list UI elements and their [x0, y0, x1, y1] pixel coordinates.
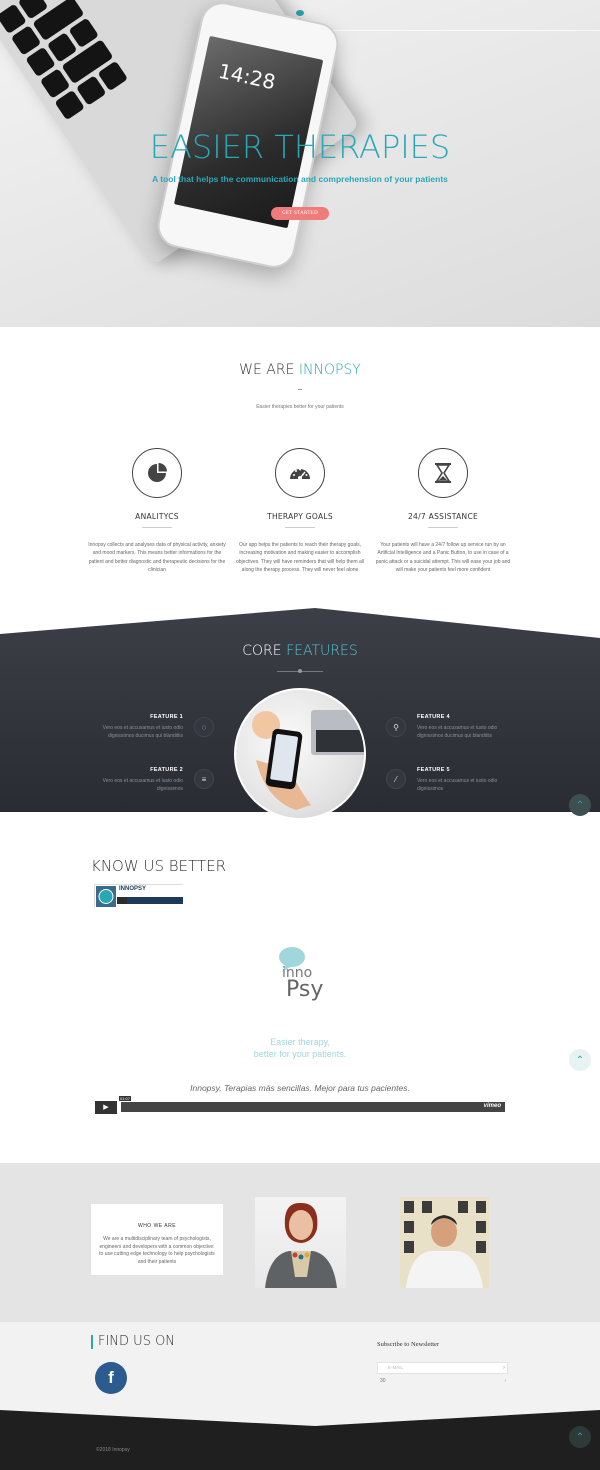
- about-subtitle: Easier therapies better for your patient…: [256, 404, 344, 410]
- video-caption: Innopsy, Terapias más sencillas. Mejor p…: [190, 1083, 410, 1093]
- know-us-title: KNOW US BETTER: [91, 857, 226, 875]
- core-feature-description: Vero eos et accusamus et iusto odio dign…: [417, 778, 498, 792]
- scroll-top-button[interactable]: ⌃: [569, 1426, 591, 1448]
- video-controls: ▶ 01:07 vimeo: [95, 1096, 505, 1114]
- feature-title: THERAPY GOALS: [267, 512, 333, 521]
- hero-section: P 14:28 EASIER THERAPIES: [0, 0, 600, 327]
- newsletter-email-input[interactable]: E-MAIL ›: [377, 1362, 508, 1374]
- video-time: 01:07: [119, 1096, 132, 1101]
- video-tagline-line1: Easier therapy,: [270, 1037, 330, 1047]
- who-description: We are a multidisciplinary team of psych…: [99, 1236, 215, 1265]
- find-us-title: FIND US ON: [91, 1335, 175, 1349]
- thumb-label: INNOPSY: [119, 886, 147, 892]
- core-title-plain: CORE: [242, 643, 287, 659]
- core-phone-image: [234, 688, 366, 820]
- feature-assistance: 24/7 ASSISTANCE Your patients will have …: [373, 448, 513, 574]
- team-photo-woman: [255, 1197, 346, 1288]
- facebook-icon[interactable]: f: [95, 1362, 127, 1394]
- copyright: ©2018 Innopsy: [96, 1447, 130, 1453]
- feature-therapy-goals: THERAPY GOALS Our app helps the patients…: [230, 448, 370, 574]
- feature-description: Your patients will have a 24/7 follow up…: [375, 542, 511, 573]
- core-feature-description: Vero eos et accusamus et iusto odio dign…: [417, 725, 498, 739]
- who-we-are-card: WHO WE ARE We are a multidisciplinary te…: [91, 1204, 223, 1275]
- vimeo-logo[interactable]: vimeo: [484, 1103, 501, 1109]
- feature-divider: [428, 527, 458, 528]
- sliders-icon: ≡: [194, 769, 214, 789]
- video-tagline: Easier therapy, better for your patients…: [0, 1036, 600, 1060]
- core-divider-dot: [298, 669, 302, 673]
- play-button[interactable]: ▶: [95, 1100, 117, 1114]
- core-feature-title: FEATURE 1: [150, 714, 183, 720]
- footer-slant: [0, 1404, 600, 1426]
- section-slant: [0, 598, 600, 638]
- pie-chart-icon: [148, 463, 167, 482]
- about-title: WE ARE INNOPSY: [0, 362, 600, 378]
- core-feature-1: FEATURE 1 Vero eos et accusamus et iusto…: [93, 714, 183, 740]
- email-placeholder: E-MAIL: [388, 1365, 404, 1370]
- core-title-accent: FEATURES: [286, 643, 358, 659]
- hero-title: EASIER THERAPIES: [149, 128, 451, 166]
- get-started-button[interactable]: GET STARTED: [271, 207, 329, 220]
- video-progress-track[interactable]: 01:07 vimeo: [119, 1096, 505, 1112]
- portrait-image: [265, 1202, 337, 1288]
- feature-description: Innopsy collects and analyses data of ph…: [88, 542, 226, 573]
- core-feature-5: FEATURE 5 Vero eos et accusamus et iusto…: [417, 767, 507, 793]
- core-feature-title: FEATURE 2: [150, 767, 183, 773]
- about-title-plain: WE ARE: [239, 362, 299, 378]
- core-feature-title: FEATURE 4: [417, 714, 450, 720]
- newsletter-row: 30 ›: [380, 1378, 508, 1386]
- video-tagline-line2: better for your patients.: [253, 1049, 347, 1059]
- chevron-right-icon[interactable]: ›: [504, 1378, 506, 1384]
- feature-analytics: ANALITYCS Innopsy collects and analyses …: [87, 448, 227, 574]
- feature-circle: [132, 448, 182, 498]
- who-title: WHO WE ARE: [137, 1223, 177, 1229]
- feature-circle: [418, 448, 468, 498]
- about-divider: [298, 389, 302, 390]
- core-title: CORE FEATURES: [0, 643, 600, 659]
- scroll-top-button[interactable]: ⌃: [569, 1049, 591, 1071]
- feature-circle: [275, 448, 325, 498]
- innopsy-logo: inno Psy: [268, 945, 338, 1007]
- core-feature-description: Vero eos et accusamus et iusto odio dign…: [102, 778, 183, 792]
- logo-line2: Psy: [286, 977, 324, 1002]
- core-feature-2: FEATURE 2 Vero eos et accusamus et iusto…: [93, 767, 183, 793]
- scroll-top-button[interactable]: ⌃: [569, 794, 591, 816]
- feature-title: ANALITYCS: [135, 512, 179, 521]
- subscribe-arrow-icon[interactable]: ›: [503, 1363, 505, 1373]
- team-photo-man: [400, 1197, 489, 1288]
- gauge-icon: [290, 468, 310, 480]
- core-feature-description: Vero eos et accusamus et iusto odio dign…: [102, 725, 183, 739]
- phone-clock: 14:28: [216, 58, 278, 95]
- hourglass-icon: [435, 463, 451, 483]
- hand-phone-illustration: [252, 710, 364, 810]
- portrait-image: [400, 1197, 489, 1288]
- search-icon: ⚲: [386, 717, 406, 737]
- page: P 14:28 EASIER THERAPIES: [0, 0, 600, 1470]
- newsletter-title: Subscribe to Newsletter: [377, 1341, 440, 1348]
- feature-title: 24/7 ASSISTANCE: [407, 512, 479, 521]
- spinner-icon: ◌: [194, 717, 214, 737]
- core-feature-title: FEATURE 5: [417, 767, 450, 773]
- feature-divider: [142, 527, 172, 528]
- newsletter-row-value: 30: [380, 1378, 386, 1384]
- hero-subtitle: A tool that helps the communication and …: [152, 174, 448, 184]
- about-title-accent: INNOPSY: [298, 362, 361, 378]
- feature-description: Our app helps the patients to reach thei…: [235, 542, 365, 573]
- feature-divider: [285, 527, 315, 528]
- find-us-section: [0, 1322, 600, 1412]
- magic-wand-icon: ⁄: [386, 769, 406, 789]
- video-thumbnail[interactable]: INNOPSY: [94, 884, 184, 908]
- core-feature-4: FEATURE 4 Vero eos et accusamus et iusto…: [417, 714, 507, 740]
